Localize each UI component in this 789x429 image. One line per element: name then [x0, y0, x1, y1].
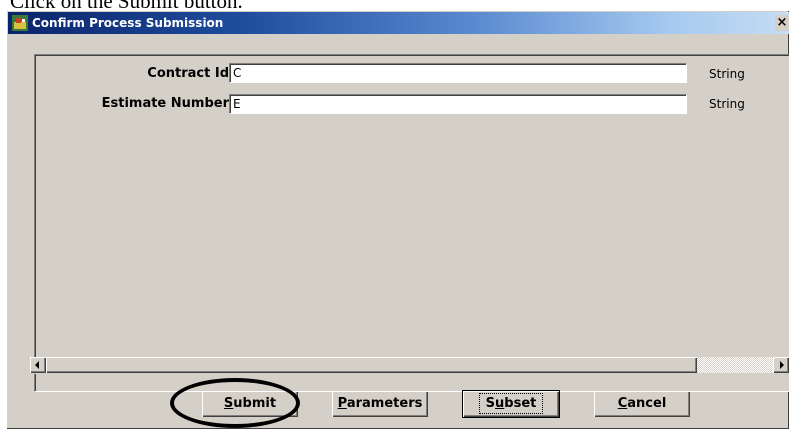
subset-mnemonic: u [495, 396, 505, 411]
scroll-right-button[interactable] [773, 357, 789, 373]
scrollbar-track[interactable] [697, 357, 773, 373]
submit-button[interactable]: Submit [202, 391, 298, 417]
estimate-number-type: String [709, 97, 745, 111]
scrollbar-thumb[interactable] [46, 357, 697, 373]
subset-label-first: S [485, 396, 496, 411]
contract-id-input[interactable]: C [229, 63, 687, 83]
arrow-left-icon [35, 361, 39, 369]
subset-label-wrap: Subset [478, 393, 544, 414]
cancel-button[interactable]: Cancel [594, 391, 690, 417]
scroll-left-button[interactable] [30, 357, 46, 373]
contract-id-type: String [709, 67, 745, 81]
subset-button[interactable]: Subset [463, 391, 559, 417]
horizontal-scrollbar[interactable] [30, 357, 789, 374]
parameters-button[interactable]: Parameters [332, 391, 428, 417]
parameters-label: arameters [346, 396, 423, 411]
contract-id-label: Contract Id [147, 66, 229, 81]
cancel-mnemonic: C [617, 396, 628, 411]
submit-label: ubmit [233, 396, 277, 411]
subset-label-rest: bset [504, 396, 537, 411]
parameters-mnemonic: P [337, 396, 347, 411]
estimate-number-input[interactable]: E [229, 94, 687, 114]
application-icon [12, 15, 28, 31]
close-icon: × [776, 15, 788, 30]
window-title: Confirm Process Submission [32, 16, 224, 30]
cancel-label: ancel [627, 396, 667, 411]
submit-mnemonic: S [223, 396, 234, 411]
title-bar[interactable]: Confirm Process Submission × [8, 12, 789, 34]
estimate-number-label: Estimate Number [101, 96, 229, 111]
close-button[interactable]: × [775, 15, 789, 31]
arrow-right-icon [780, 361, 784, 369]
